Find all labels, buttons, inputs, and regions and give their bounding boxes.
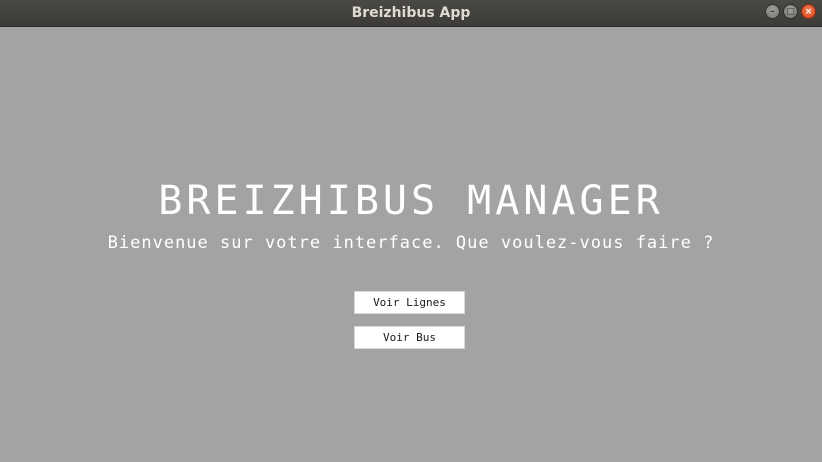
minimize-button[interactable]: – bbox=[765, 4, 780, 19]
close-icon: × bbox=[804, 6, 813, 17]
app-heading: BREIZHIBUS MANAGER bbox=[158, 178, 664, 224]
title-bar[interactable]: Breizhibus App – □ × bbox=[0, 0, 822, 27]
app-window: Breizhibus App – □ × BREIZHIBUS MANAGER … bbox=[0, 0, 822, 462]
window-controls: – □ × bbox=[765, 4, 816, 19]
minimize-icon: – bbox=[770, 6, 775, 17]
maximize-button[interactable]: □ bbox=[783, 4, 798, 19]
welcome-message: Bienvenue sur votre interface. Que voule… bbox=[107, 233, 715, 253]
voir-lignes-button[interactable]: Voir Lignes bbox=[354, 291, 465, 314]
main-content: BREIZHIBUS MANAGER Bienvenue sur votre i… bbox=[0, 27, 822, 462]
window-title: Breizhibus App bbox=[351, 5, 471, 21]
maximize-icon: □ bbox=[786, 6, 795, 17]
close-button[interactable]: × bbox=[801, 4, 816, 19]
voir-bus-button[interactable]: Voir Bus bbox=[354, 326, 465, 349]
